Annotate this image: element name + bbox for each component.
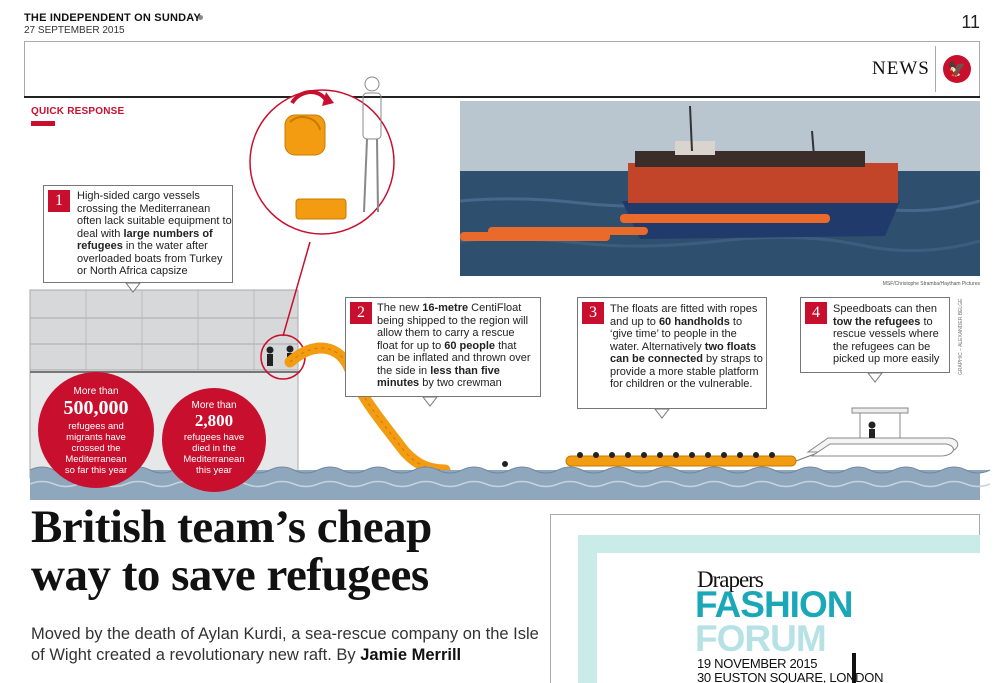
graphic-credit: GRAPHIC – ALEXANDER BELGE <box>958 298 964 375</box>
advert-date: 19 NOVEMBER 2015 <box>697 656 818 671</box>
stat-description: refugees and migrants have crossed the M… <box>64 421 128 476</box>
stat-description: refugees have died in the Mediterranean … <box>183 432 245 476</box>
speedboat <box>806 407 959 457</box>
callout-text: The floats are fitted with ropes and up … <box>610 303 765 391</box>
callout-text: The new 16-metre CentiFloat being shippe… <box>377 302 537 390</box>
advert-title-line2: FORUM <box>695 618 827 659</box>
rescue-photo <box>460 101 980 276</box>
callout-number: 4 <box>805 302 827 324</box>
callout-2: 2 The new 16-metre CentiFloat being ship… <box>345 297 541 397</box>
callout-4: 4 Speedboats can then tow the refugees t… <box>800 297 950 373</box>
callout-number: 3 <box>582 302 604 324</box>
stat-prefix: More than <box>73 386 119 397</box>
stat-crossed: More than 500,000 refugees and migrants … <box>38 372 154 488</box>
stat-prefix: More than <box>191 400 237 411</box>
callout-text-part: by two crewman <box>419 377 502 389</box>
stat-value: 500,000 <box>63 397 129 419</box>
advert-accent-bar <box>852 653 856 683</box>
byline: Jamie Merrill <box>360 646 462 664</box>
stat-value: 2,800 <box>194 411 234 430</box>
callout-text-bold: 16-metre <box>422 302 469 314</box>
photo-credit: MSF/Christophe Stramba/Haytham Pictures <box>882 281 980 287</box>
callout-text-part: Speedboats can then <box>833 303 937 315</box>
advert-content: Drapers FASHION FORUM 19 NOVEMBER 2015 3… <box>597 553 980 683</box>
stat-died: More than 2,800 refugees have died in th… <box>162 388 266 492</box>
article-standfirst: Moved by the death of Aylan Kurdi, a sea… <box>31 624 541 666</box>
callout-text-part: The new <box>377 302 423 314</box>
callout-text: Speedboats can then tow the refugees to … <box>833 303 949 366</box>
callout-number: 1 <box>48 190 70 212</box>
callout-text-bold: tow the refugees <box>833 315 921 328</box>
callout-1: 1 High-sided cargo vessels crossing the … <box>43 185 233 283</box>
callout-3: 3 The floats are fitted with ropes and u… <box>577 297 767 409</box>
callout-text: High-sided cargo vessels crossing the Me… <box>77 190 232 278</box>
article-headline: British team’s cheap way to save refugee… <box>31 501 432 601</box>
advert-panel: Drapers FASHION FORUM 19 NOVEMBER 2015 3… <box>597 553 980 683</box>
refugees-float <box>502 451 821 467</box>
standfirst-text: Moved by the death of Aylan Kurdi, a sea… <box>31 625 539 664</box>
callout-number: 2 <box>350 302 372 324</box>
callout-text-bold: 60 people <box>444 339 496 352</box>
callout-text-bold: 60 handholds <box>658 315 730 328</box>
